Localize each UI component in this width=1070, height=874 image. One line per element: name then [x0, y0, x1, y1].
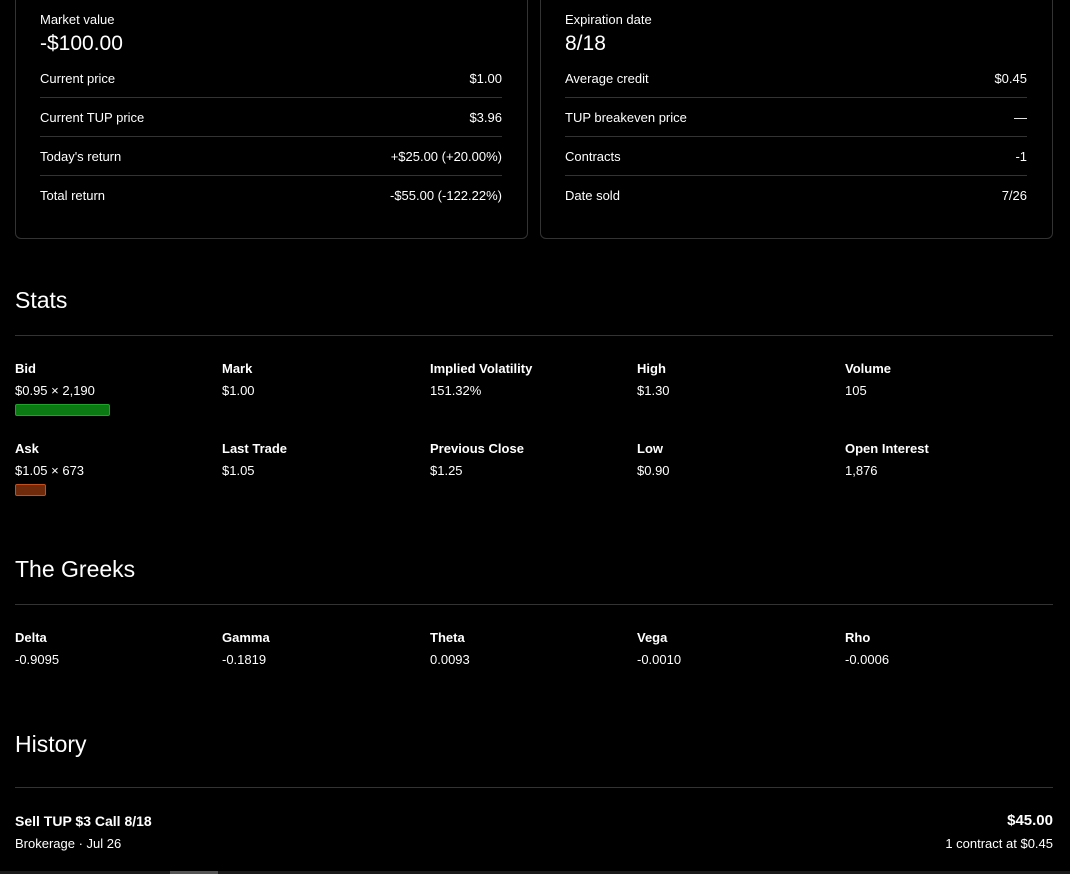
history-entry-subtitle: Brokerage · Jul 26: [15, 836, 122, 851]
row-value: -$55.00 (-122.22%): [389, 188, 502, 203]
stats-divider: [15, 335, 1053, 336]
stat-label: Volume: [845, 361, 891, 376]
market-value-label: Market value: [40, 12, 115, 27]
greek-value: -0.0006: [845, 652, 890, 667]
expiration-date-label: Expiration date: [565, 12, 652, 27]
row-label: Contracts: [565, 148, 621, 164]
history-entry-title: Sell TUP $3 Call 8/18: [15, 813, 152, 829]
stat-value: $1.30: [637, 383, 670, 398]
greek-theta: Theta 0.0093: [430, 630, 630, 667]
stat-value: $0.90: [637, 463, 670, 478]
row-label: Date sold: [565, 188, 620, 203]
history-divider: [15, 787, 1053, 788]
greek-value: -0.0010: [637, 652, 682, 667]
history-entry-amount: $45.00: [1007, 812, 1053, 829]
greek-value: -0.9095: [15, 652, 60, 667]
position-card-right: Expiration date 8/18 Average credit $0.4…: [540, 0, 1053, 239]
row-label: Current TUP price: [40, 109, 145, 125]
row-value: +$25.00 (+20.00%): [390, 148, 502, 164]
card-row: Today's return +$25.00 (+20.00%): [40, 137, 502, 176]
greek-label: Theta: [430, 630, 465, 645]
history-title: History: [15, 731, 87, 757]
stat-label: High: [637, 361, 666, 376]
card-row: Current price $1.00: [40, 59, 502, 98]
stat-value: $1.00: [222, 383, 255, 398]
card-row: Total return -$55.00 (-122.22%): [40, 176, 502, 215]
stat-label: Previous Close: [430, 441, 524, 456]
stat-bid: Bid $0.95 × 2,190: [15, 361, 215, 398]
stat-mark: Mark $1.00: [222, 361, 422, 398]
row-value: $0.45: [994, 70, 1027, 86]
greek-label: Vega: [637, 630, 668, 645]
expiration-date: 8/18: [565, 32, 606, 55]
stat-label: Open Interest: [845, 441, 929, 456]
card-row: Average credit $0.45: [565, 59, 1027, 98]
stat-open-interest: Open Interest 1,876: [845, 441, 1045, 478]
greek-label: Gamma: [222, 630, 270, 645]
greeks-title: The Greeks: [15, 556, 136, 582]
stat-value: 1,876: [845, 463, 878, 478]
market-value: -$100.00: [40, 32, 123, 55]
stat-value: $0.95 × 2,190: [15, 383, 95, 398]
stat-value: 105: [845, 383, 867, 398]
row-label: Average credit: [565, 70, 649, 86]
row-value: $1.00: [469, 70, 502, 86]
row-label: Total return: [40, 188, 106, 203]
stat-previous-close: Previous Close $1.25: [430, 441, 630, 478]
stat-label: Bid: [15, 361, 36, 376]
stat-label: Ask: [15, 441, 39, 456]
card-row: Contracts -1: [565, 137, 1027, 176]
greek-delta: Delta -0.9095: [15, 630, 215, 667]
greek-label: Delta: [15, 630, 47, 645]
stat-last-trade: Last Trade $1.05: [222, 441, 422, 478]
card-row: Current TUP price $3.96: [40, 98, 502, 137]
row-label: TUP breakeven price: [565, 109, 687, 125]
position-card-left: Market value -$100.00 Current price $1.0…: [15, 0, 528, 239]
row-value: -1: [1015, 148, 1027, 164]
card-row: Date sold 7/26: [565, 176, 1027, 215]
row-label: Today's return: [40, 148, 122, 164]
stat-value: 151.32%: [430, 383, 482, 398]
row-value: 7/26: [1001, 188, 1027, 203]
greek-value: 0.0093: [430, 652, 470, 667]
greek-value: -0.1819: [222, 652, 267, 667]
greek-gamma: Gamma -0.1819: [222, 630, 422, 667]
stat-value: $1.25: [430, 463, 463, 478]
ask-size-bar: [15, 484, 46, 496]
stat-label: Last Trade: [222, 441, 288, 456]
greek-vega: Vega -0.0010: [637, 630, 837, 667]
greek-label: Rho: [845, 630, 871, 645]
row-value: —: [1014, 109, 1027, 125]
card-row: TUP breakeven price —: [565, 98, 1027, 137]
stat-value: $1.05 × 673: [15, 463, 85, 478]
stat-implied-volatility: Implied Volatility 151.32%: [430, 361, 630, 398]
stat-label: Mark: [222, 361, 253, 376]
stat-label: Low: [637, 441, 663, 456]
stat-high: High $1.30: [637, 361, 837, 398]
bid-size-bar: [15, 404, 110, 416]
stat-low: Low $0.90: [637, 441, 837, 478]
row-value: $3.96: [469, 109, 502, 125]
history-entry-detail: 1 contract at $0.45: [945, 836, 1053, 851]
stat-ask: Ask $1.05 × 673: [15, 441, 215, 478]
stat-volume: Volume 105: [845, 361, 1045, 398]
greeks-divider: [15, 604, 1053, 605]
greek-rho: Rho -0.0006: [845, 630, 1045, 667]
stat-label: Implied Volatility: [430, 361, 533, 376]
stat-value: $1.05: [222, 463, 255, 478]
row-label: Current price: [40, 70, 116, 86]
stats-title: Stats: [15, 287, 68, 313]
